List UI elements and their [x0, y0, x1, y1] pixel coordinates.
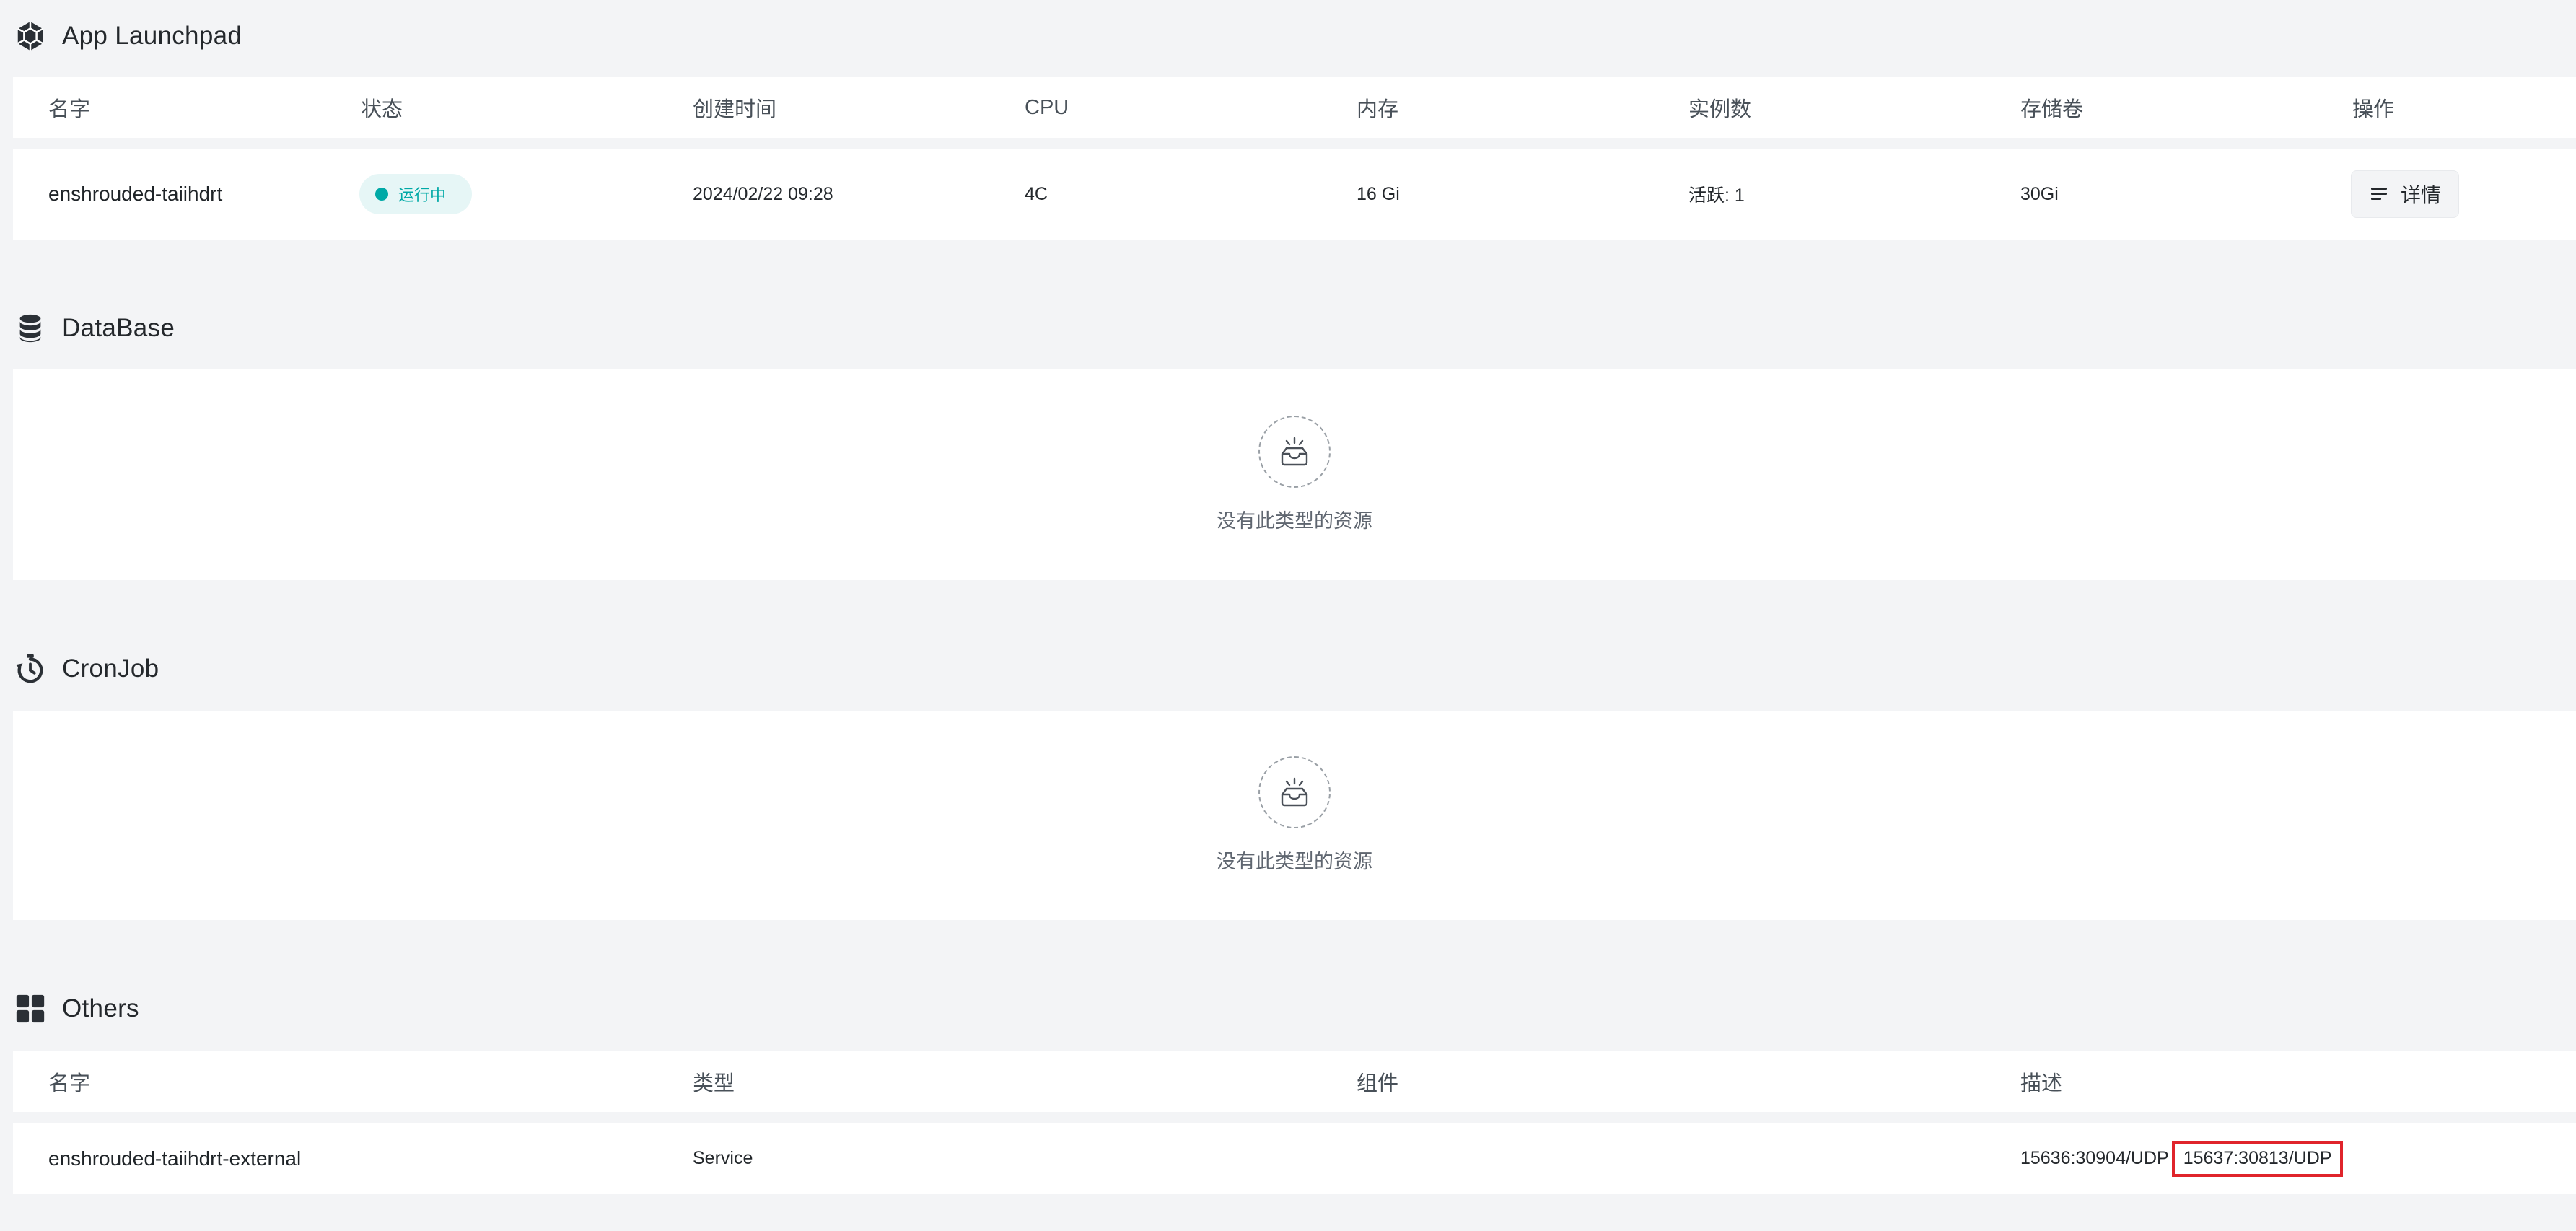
hexagon-app-icon [13, 19, 48, 53]
status-text: 运行中 [398, 186, 447, 204]
column-header-action: 操作 [2352, 98, 2395, 121]
created-time: 2024/02/22 09:28 [693, 183, 833, 204]
column-header-status: 状态 [361, 98, 403, 121]
storage-value: 30Gi [2020, 183, 2059, 204]
empty-state: 没有此类型的资源 [13, 756, 2576, 874]
action-cell: 详情 [2351, 149, 2460, 240]
empty-inbox-icon [1258, 756, 1331, 828]
empty-state: 没有此类型的资源 [13, 416, 2576, 533]
others-table-header: 名字 类型 组件 描述 [13, 1051, 2576, 1112]
replicas-value: 活跃: 1 [1688, 185, 1745, 206]
resource-type: Service [693, 1148, 753, 1168]
status-badge: 运行中 [359, 174, 473, 214]
column-header-description: 描述 [2020, 1072, 2063, 1095]
column-header-type: 类型 [693, 1072, 735, 1095]
list-lines-icon [2369, 183, 2391, 205]
grid-icon [13, 991, 48, 1026]
empty-inbox-icon [1258, 416, 1331, 488]
detail-button-label: 详情 [2401, 184, 2442, 206]
empty-state-text: 没有此类型的资源 [1217, 510, 1372, 532]
app-name[interactable]: enshrouded-taiihdrt [48, 149, 222, 240]
column-header-storage: 存储卷 [2020, 98, 2084, 121]
empty-state-text: 没有此类型的资源 [1217, 851, 1372, 872]
table-row[interactable]: enshrouded-taiihdrt 运行中 2024/02/22 09:28… [13, 149, 2576, 240]
app-launchpad-header: App Launchpad [13, 14, 242, 58]
column-header-cpu: CPU [1025, 95, 1069, 119]
resource-description: 15636:30904/UDP 15637:30813/UDP [2020, 1123, 2344, 1194]
cpu-value: 4C [1025, 183, 1048, 204]
status-dot [375, 188, 388, 201]
app-launchpad-table-header: 名字 状态 创建时间 CPU 内存 实例数 存储卷 操作 [13, 77, 2576, 138]
database-icon [13, 311, 48, 346]
others-header: Others [13, 987, 139, 1030]
resource-name[interactable]: enshrouded-taiihdrt-external [48, 1123, 301, 1194]
column-header-created: 创建时间 [693, 98, 777, 121]
cronjob-empty-panel: 没有此类型的资源 [13, 711, 2576, 920]
stopwatch-icon [13, 652, 48, 686]
status-cell: 运行中 [359, 149, 473, 240]
column-header-memory: 内存 [1357, 98, 1399, 121]
detail-button[interactable]: 详情 [2351, 170, 2460, 218]
cronjob-header: CronJob [13, 647, 159, 691]
section-title-cronjob: CronJob [62, 654, 159, 683]
database-header: DataBase [13, 307, 175, 350]
column-header-replicas: 实例数 [1688, 98, 1752, 121]
section-title-app-launchpad: App Launchpad [62, 22, 242, 50]
column-header-name: 名字 [48, 1072, 91, 1095]
column-header-component: 组件 [1357, 1072, 1399, 1095]
section-title-database: DataBase [62, 314, 175, 342]
port-mapping: 15636:30904/UDP [2020, 1148, 2169, 1168]
table-row[interactable]: enshrouded-taiihdrt-external Service 156… [13, 1123, 2576, 1194]
database-empty-panel: 没有此类型的资源 [13, 369, 2576, 580]
port-mapping-highlighted: 15637:30813/UDP [2171, 1140, 2344, 1177]
memory-value: 16 Gi [1357, 183, 1400, 204]
section-title-others: Others [62, 994, 139, 1022]
column-header-name: 名字 [48, 98, 91, 121]
